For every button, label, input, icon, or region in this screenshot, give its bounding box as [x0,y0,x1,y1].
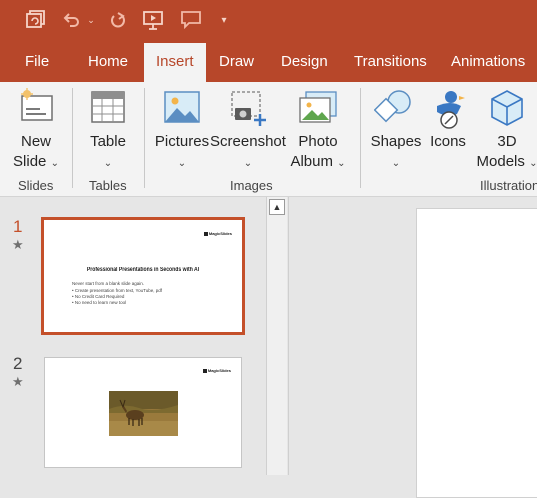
group-label-slides: Slides [18,178,54,193]
slide-bullet: • No need to learn new tool [72,300,127,305]
3d-models-label-line2: Models ⌄ [472,152,537,174]
scroll-up-button[interactable]: ▲ [269,199,285,215]
slide-subtitle: Never start from a blank slide again. [72,281,145,286]
undo-dropdown-icon[interactable]: ⌄ [86,8,96,32]
chevron-down-icon: ⌄ [391,158,401,169]
ribbon-tabs: File Home Insert Draw Design Transitions… [0,40,537,82]
3d-models-label-text: Models [476,153,525,170]
group-separator [360,88,361,188]
new-slide-label-line2: Slide ⌄ [8,152,64,174]
slide-thumbnail-1[interactable]: MagicSlides Professional Presentations i… [41,217,245,335]
tab-draw[interactable]: Draw [219,40,254,82]
slide-number-1: 1 [13,217,23,236]
tab-insert[interactable]: Insert [144,43,206,82]
new-slide-icon [16,88,56,133]
group-label-illustrations: Illustrations [480,178,537,193]
group-separator [72,88,73,188]
animation-star-icon: ★ [12,237,24,252]
screenshot-dropdown: ⌄ [210,152,286,174]
photo-album-label-line2: Album ⌄ [286,152,350,174]
shapes-button[interactable]: Shapes ⌄ [368,82,424,178]
autosave-icon[interactable] [22,8,48,32]
screenshot-label: Screenshot [210,133,286,150]
chevron-down-icon: ⌄ [243,158,253,169]
group-label-images: Images [230,178,273,193]
chevron-down-icon: ⌄ [50,158,59,169]
redo-icon[interactable] [107,8,129,32]
screenshot-button[interactable]: Screenshot ⌄ [210,82,286,178]
icons-button[interactable]: Icons [424,82,472,178]
table-icon [90,90,126,131]
slide-bullet: • No Credit Card Required [72,294,125,299]
magicslides-logo: MagicSlides [203,368,231,373]
cube-icon [488,88,526,133]
slide-canvas-page[interactable] [416,208,537,498]
table-dropdown: ⌄ [80,152,136,174]
animation-star-icon: ★ [12,374,24,389]
tab-file[interactable]: File [25,40,49,82]
deer-photo [109,391,178,436]
chevron-down-icon: ⌄ [177,158,187,169]
tab-design[interactable]: Design [281,40,328,82]
group-label-tables: Tables [89,178,127,193]
comment-icon[interactable] [178,8,204,32]
photo-album-button[interactable]: Photo Album ⌄ [286,82,350,178]
customize-toolbar-icon[interactable]: ▾ [218,8,230,32]
photo-album-label-text: Album [290,153,333,170]
photo-album-label-line1: Photo [298,133,338,150]
slide-thumbnail-2[interactable]: MagicSlides [44,357,242,468]
thumbnail-list: 1 ★ MagicSlides Professional Presentatio… [0,197,265,475]
slide-title: Professional Presentations in Seconds wi… [86,267,200,273]
shapes-label: Shapes [370,133,422,150]
3d-models-label-line1: 3D [497,133,517,150]
undo-icon[interactable] [60,8,82,32]
magicslides-logo: MagicSlides [204,231,232,236]
slide-bullet: • Create presentation from text, YouTube… [72,288,162,293]
pictures-button[interactable]: Pictures ⌄ [154,82,210,178]
pictures-dropdown: ⌄ [154,152,210,174]
shapes-icon [373,88,416,133]
icons-icon [429,88,469,135]
thumbnail-scrollbar[interactable]: ▲ [266,197,287,475]
new-slide-label-text: Slide [13,153,47,170]
insert-ribbon: New Slide ⌄ Slides Table ⌄ Tables Pictur… [0,82,537,197]
pictures-label: Pictures [154,133,210,150]
slide-number-2: 2 [13,354,23,373]
new-slide-label-line1: New [20,133,51,150]
chevron-down-icon: ⌄ [529,158,537,169]
tab-home[interactable]: Home [88,40,128,82]
table-button[interactable]: Table ⌄ [80,82,136,178]
pictures-icon [163,90,201,131]
shapes-dropdown: ⌄ [368,152,424,174]
tab-animations[interactable]: Animations [451,40,525,82]
slide-thumbnail-pane: 1 ★ MagicSlides Professional Presentatio… [0,197,287,475]
photo-album-icon [298,90,338,131]
quick-access-toolbar: ⌄ ▾ [0,0,537,40]
group-separator [144,88,145,188]
present-from-beginning-icon[interactable] [140,8,166,32]
slide-editor-canvas [288,197,537,498]
new-slide-button[interactable]: New Slide ⌄ [8,82,64,178]
3d-models-button[interactable]: 3D Models ⌄ [472,82,537,178]
icons-label: Icons [430,133,466,150]
screenshot-icon [230,90,268,131]
tab-transitions[interactable]: Transitions [354,40,427,82]
chevron-down-icon: ⌄ [103,158,113,169]
chevron-down-icon: ⌄ [337,158,346,169]
table-label: Table [90,133,126,150]
